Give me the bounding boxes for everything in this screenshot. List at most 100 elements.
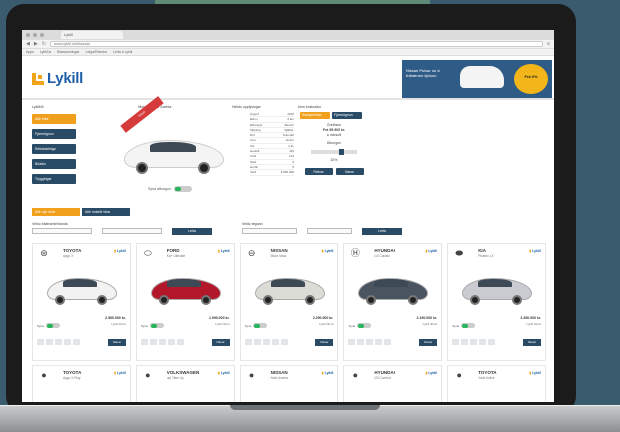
spec-label: Eldsneyti — [250, 122, 263, 127]
back-icon[interactable]: ◀ — [26, 41, 30, 47]
car-price-note: Lykill tilboð — [526, 322, 541, 326]
car-image — [147, 270, 225, 310]
gear-icon — [357, 339, 365, 345]
card-toggle[interactable] — [45, 323, 60, 328]
bookmark-item[interactable]: Leiga/Rekstur — [86, 50, 108, 54]
forward-icon[interactable]: ▶ — [34, 41, 38, 47]
spec-label: CO2 — [250, 154, 257, 159]
feature-icons — [348, 339, 392, 345]
feature-icons — [452, 339, 496, 345]
car-model: Aygo X — [63, 254, 74, 258]
car-card[interactable]: ⬭ FORD Ka+ Ultimate ▮ Lykill 1.990.000 k… — [135, 243, 235, 361]
card-toggle-label: Sýna — [140, 323, 148, 328]
car-model: Yaris Active — [478, 376, 495, 380]
side-nav-item-3[interactable]: Bílalán — [32, 159, 76, 169]
body-select[interactable] — [242, 228, 297, 234]
feature-icons — [140, 339, 184, 345]
bookmark-item[interactable]: Bílasamningar — [57, 50, 79, 54]
nissan-logo-icon: ⊖ — [247, 248, 256, 258]
tab-used-cars[interactable]: Allir notaðir bílar — [82, 208, 130, 216]
co2-icon — [488, 339, 496, 345]
installment-toggle[interactable] — [173, 186, 192, 192]
car-card[interactable]: ● HYUNDAI i20 Comfort ▮ Lykill — [343, 365, 443, 402]
bookmark-item[interactable]: Apps — [26, 50, 34, 54]
car-brand: VOLKSWAGEN — [166, 370, 200, 375]
side-nav-item-4[interactable]: Tryggingar — [32, 174, 76, 184]
card-more-button[interactable]: Nánar — [107, 339, 126, 346]
calculate-button[interactable]: Reikna — [304, 168, 333, 175]
lykill-logo[interactable]: Lykill — [32, 70, 83, 87]
card-toggle[interactable] — [461, 323, 476, 328]
filter-label-model: Veldu tegund — [242, 222, 263, 226]
promo-banner[interactable]: Nissan Pulsar nú á frábærum kjörum Frá 0… — [402, 60, 552, 98]
close-dot-icon[interactable] — [26, 33, 30, 37]
car-card[interactable]: ⊖ NISSAN Micra Visia ▮ Lykill 2.290.000 … — [239, 243, 339, 361]
listing-tabs: Allir nýir bílar Allir notaðir bílar — [32, 208, 130, 216]
browser-titlebar: Lykill — [22, 30, 554, 40]
side-nav-item-2[interactable]: Rekstrarleiga — [32, 144, 76, 154]
seat-icon — [262, 339, 270, 345]
car-card[interactable]: ● VOLKSWAGEN up! Take Up ▮ Lykill — [135, 365, 235, 402]
bookmark-item[interactable]: Lykill.is — [40, 50, 51, 54]
side-nav: Allir bílar Fjármögnun Rekstrarleiga Bíl… — [32, 114, 76, 189]
car-price: 2.190.000 kr. — [416, 316, 438, 320]
card-more-button[interactable]: Nánar — [522, 339, 541, 346]
model-select[interactable] — [102, 228, 162, 234]
tab-financing[interactable]: Fjármögnun — [332, 112, 362, 119]
car-model: Ka+ Ultimate — [166, 254, 186, 258]
maximize-dot-icon[interactable] — [40, 33, 44, 37]
car-price: 1.990.000 kr. — [208, 316, 230, 320]
car-card[interactable]: ● TOYOTA Yaris Active ▮ Lykill — [447, 365, 546, 402]
tab-cash[interactable]: Staðgreiðsla — [300, 112, 330, 119]
car-model: Aygo X-Play — [63, 376, 81, 380]
car-card[interactable]: ● NISSAN Note Acenta ▮ Lykill — [239, 365, 339, 402]
spec-label: Skipting — [250, 127, 261, 132]
browser-tab[interactable]: Lykill — [61, 31, 123, 39]
car-image — [458, 270, 536, 310]
downpayment-slider[interactable] — [311, 149, 357, 155]
car-card[interactable]: ● TOYOTA Aygo X-Play ▮ Lykill — [32, 365, 131, 402]
filter-row: Veldu bílaframleiðanda Veldu tegund Leit… — [32, 222, 544, 236]
spec-label: Drif — [250, 133, 255, 138]
key-icon — [32, 72, 44, 85]
feature-icons — [244, 339, 288, 345]
search-button[interactable]: Leita — [172, 228, 212, 235]
card-toggle-label: Sýna — [37, 323, 44, 328]
reload-icon[interactable]: ↻ — [42, 41, 46, 47]
price-line: 32% — [330, 158, 338, 162]
card-toggle-label: Sýna — [452, 323, 460, 328]
side-nav-item-0[interactable]: Allir bílar — [32, 114, 76, 124]
card-toggle-label: Sýna — [348, 323, 356, 328]
price-line: Greiðslur — [326, 123, 342, 127]
minimize-dot-icon[interactable] — [33, 33, 37, 37]
car-card[interactable]: Ⓗ HYUNDAI i10 Classic ▮ Lykill 2.190.000… — [343, 243, 443, 361]
spec-label: Sæti — [250, 159, 257, 164]
bookmark-item[interactable]: Leita á Lykill — [113, 50, 132, 54]
price-line: Frá 59.900 kr. — [322, 128, 346, 132]
car-card[interactable]: ⬬ KIA Picanto LX ▮ Lykill 2.450.000 kr. … — [447, 243, 546, 361]
menu-icon[interactable]: ≡ — [547, 41, 550, 47]
card-more-button[interactable]: Nánar — [211, 339, 230, 346]
col-head-4: Þinn kostnaður — [298, 105, 322, 109]
url-input[interactable]: www.lykill.is/bilasala — [49, 41, 544, 47]
door-icon — [375, 339, 383, 345]
card-toggle[interactable] — [253, 323, 268, 328]
seat-icon — [366, 339, 374, 345]
card-more-button[interactable]: Nánar — [419, 339, 438, 346]
car-card[interactable]: ⊛ TOYOTA Aygo X ▮ Lykill 2.590.000 kr. L… — [32, 243, 131, 361]
price-select[interactable] — [307, 228, 352, 234]
spec-label: Vél — [250, 143, 255, 148]
card-more-button[interactable]: Nánar — [315, 339, 334, 346]
side-nav-item-1[interactable]: Fjármögnun — [32, 129, 76, 139]
make-select[interactable] — [32, 228, 92, 234]
car-brand: NISSAN — [270, 370, 288, 375]
card-toggle[interactable] — [149, 323, 164, 328]
search-button-2[interactable]: Leita — [362, 228, 402, 235]
details-button[interactable]: Nánar — [335, 168, 364, 175]
tab-new-cars[interactable]: Allir nýir bílar — [32, 208, 80, 216]
car-brand: HYUNDAI — [374, 370, 395, 375]
fuel-icon — [452, 339, 460, 345]
toyota-logo-icon: ⊛ — [40, 248, 48, 258]
card-toggle[interactable] — [357, 323, 372, 328]
spec-label: Litur — [250, 138, 256, 143]
